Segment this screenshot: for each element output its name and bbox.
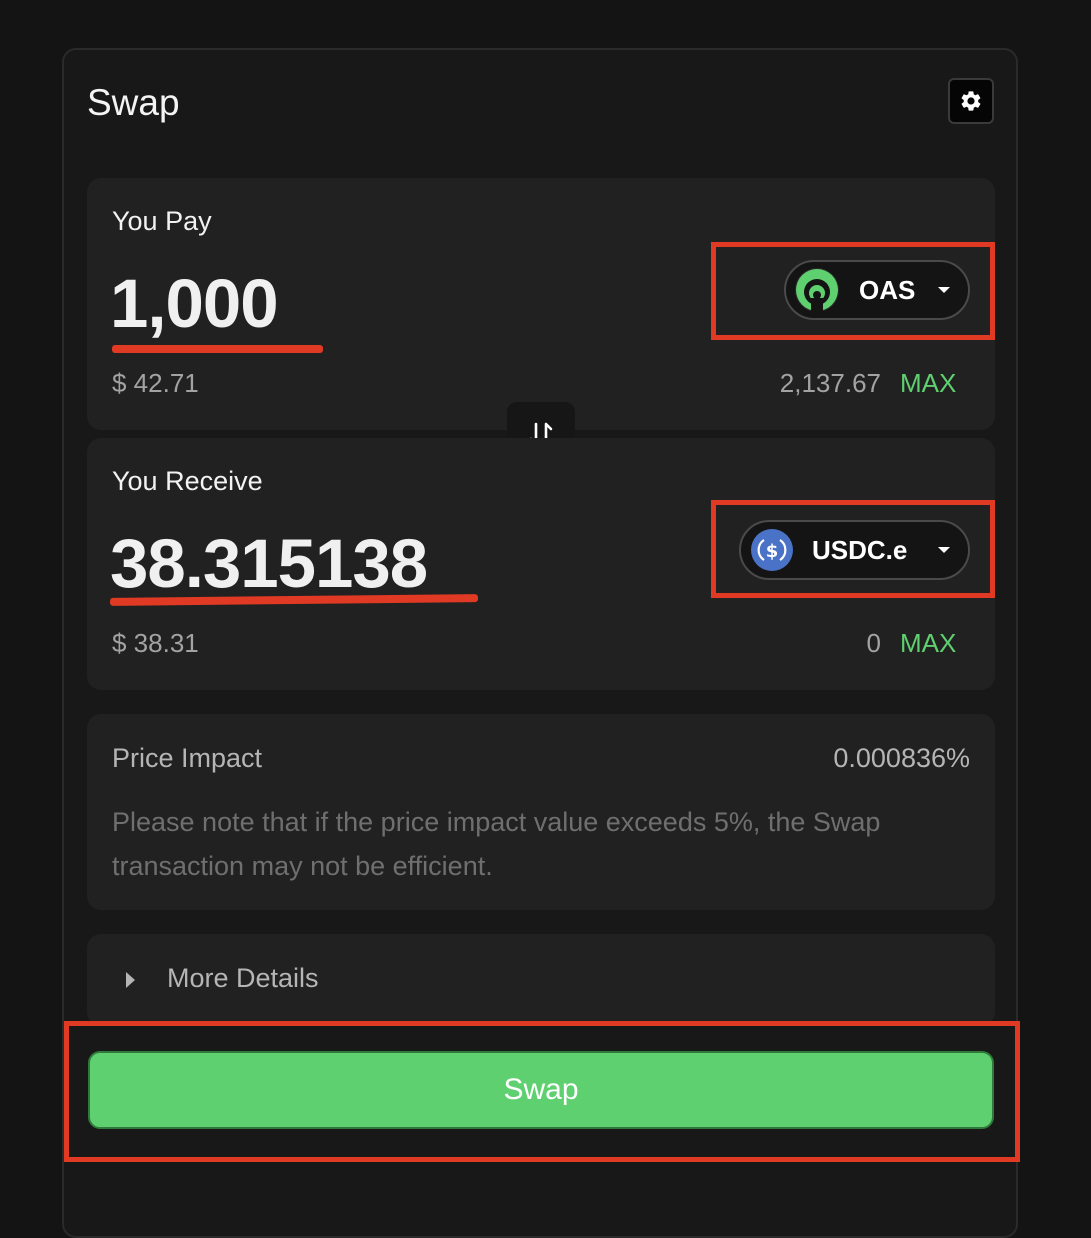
pay-max-button[interactable]: MAX xyxy=(900,368,956,399)
receive-max-button[interactable]: MAX xyxy=(900,628,956,659)
gear-icon xyxy=(961,91,981,111)
page-title: Swap xyxy=(87,82,180,123)
receive-token-highlight xyxy=(711,500,995,598)
receive-amount[interactable]: 38.315138 xyxy=(110,524,428,603)
receive-label: You Receive xyxy=(112,466,263,496)
price-impact-label: Price Impact xyxy=(112,743,263,773)
price-impact-note: Please note that if the price impact val… xyxy=(112,807,881,881)
receive-usd-value: $ 38.31 xyxy=(112,628,199,658)
settings-button[interactable] xyxy=(948,78,994,124)
swap-button-highlight xyxy=(64,1021,1020,1162)
pay-usd-value: $ 42.71 xyxy=(112,368,199,398)
pay-amount-highlight xyxy=(112,345,323,353)
pay-balance: 2,137.67 xyxy=(779,368,881,398)
more-details-label: More Details xyxy=(167,963,319,993)
price-impact-value: 0.000836% xyxy=(833,743,970,773)
receive-balance: 0 xyxy=(866,628,881,658)
pay-token-highlight xyxy=(711,242,995,340)
pay-amount-input[interactable]: 1,000 xyxy=(110,264,279,343)
caret-right-icon xyxy=(126,972,135,988)
pay-label: You Pay xyxy=(112,206,212,236)
